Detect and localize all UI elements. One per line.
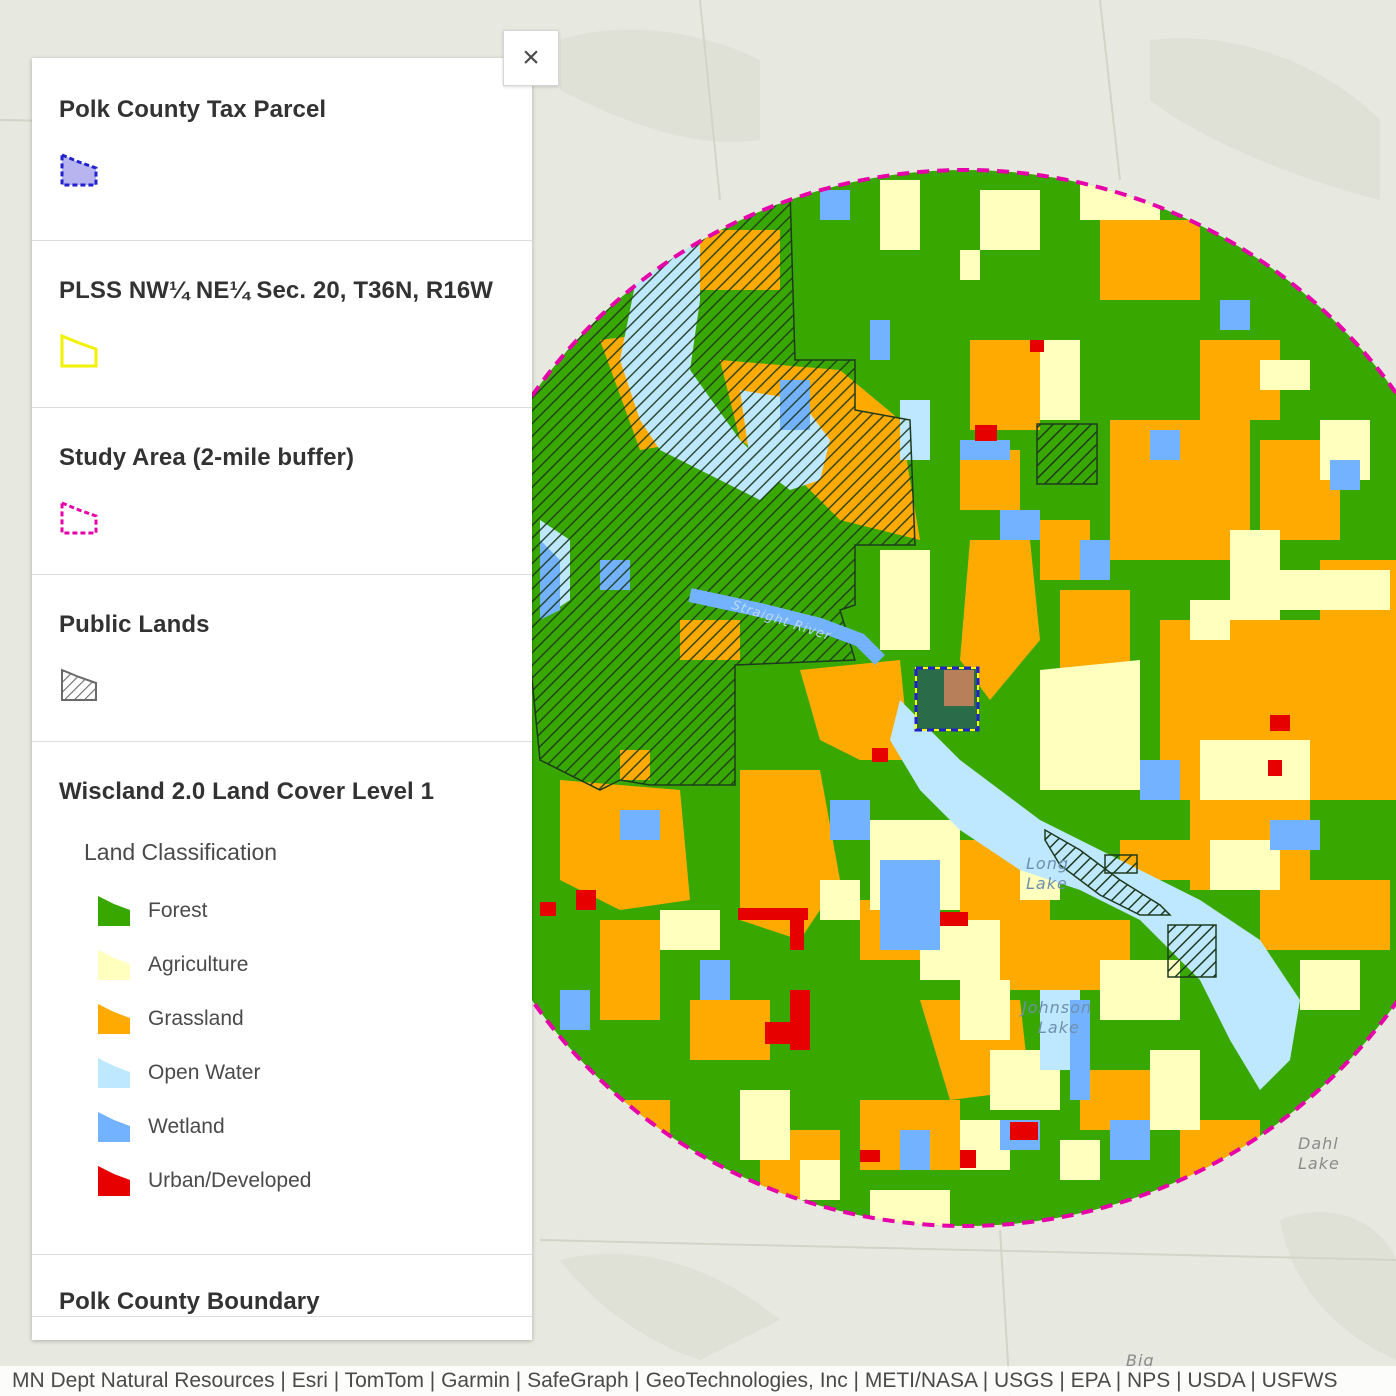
land-class-list: Forest Agriculture Grassland Open Water Wetl… bbox=[96, 884, 532, 1208]
legend-public-lands: Public Lands bbox=[32, 575, 532, 742]
johnson-lake-label: Johnson Lake bbox=[1022, 998, 1093, 1037]
land-class-swatch-icon bbox=[98, 1058, 130, 1088]
yellow-outline-polygon-icon bbox=[60, 333, 98, 368]
dashed-blue-polygon-icon bbox=[60, 152, 98, 187]
land-class-label: Wetland bbox=[148, 1115, 225, 1138]
legend-tax-parcel: Polk County Tax Parcel bbox=[32, 58, 532, 241]
legend-plss: PLSS NW¼ NE¼ Sec. 20, T36N, R16W bbox=[32, 241, 532, 408]
land-class-item: Forest bbox=[96, 884, 532, 938]
map-attribution: MN Dept Natural Resources | Esri | TomTo… bbox=[0, 1366, 1396, 1396]
legend-layer-title: Study Area (2-mile buffer) bbox=[59, 444, 355, 471]
legend-layer-title: Public Lands bbox=[59, 611, 210, 638]
close-icon: × bbox=[522, 41, 540, 74]
land-class-swatch-icon bbox=[98, 1112, 130, 1142]
long-lake-label: Long Lake bbox=[1026, 854, 1069, 893]
legend-layer-title: PLSS NW¼ NE¼ Sec. 20, T36N, R16W bbox=[59, 277, 494, 304]
legend-study-area: Study Area (2-mile buffer) bbox=[32, 408, 532, 575]
legend-layer-title: Polk County Tax Parcel bbox=[59, 96, 327, 123]
legend-land-cover: Wiscland 2.0 Land Cover Level 1 Land Cla… bbox=[32, 742, 532, 1255]
legend-panel[interactable]: Polk County Tax Parcel PLSS NW¼ NE¼ Sec.… bbox=[32, 58, 532, 1340]
land-class-swatch-icon bbox=[98, 1004, 130, 1034]
legend-layer-title: Polk County Boundary bbox=[59, 1288, 320, 1315]
legend-subtitle: Land Classification bbox=[84, 839, 278, 865]
land-class-item: Grassland bbox=[96, 992, 532, 1046]
land-class-swatch-icon bbox=[98, 1166, 130, 1196]
dashed-magenta-polygon-icon bbox=[60, 500, 98, 535]
land-class-item: Open Water bbox=[96, 1046, 532, 1100]
land-class-label: Open Water bbox=[148, 1061, 261, 1084]
land-class-item: Wetland bbox=[96, 1100, 532, 1154]
land-class-label: Grassland bbox=[148, 1007, 244, 1030]
legend-layer-title: Wiscland 2.0 Land Cover Level 1 bbox=[59, 778, 435, 805]
close-legend-button[interactable]: × bbox=[503, 30, 559, 86]
land-class-item: Agriculture bbox=[96, 938, 532, 992]
legend-county-boundary: Polk County Boundary bbox=[32, 1255, 532, 1317]
land-class-label: Urban/Developed bbox=[148, 1169, 312, 1192]
land-class-item: Urban/Developed bbox=[96, 1154, 532, 1208]
land-class-label: Agriculture bbox=[148, 953, 249, 976]
land-class-label: Forest bbox=[148, 899, 208, 922]
dahl-lake-label: Dahl Lake bbox=[1298, 1134, 1340, 1173]
land-class-swatch-icon bbox=[98, 950, 130, 980]
land-class-swatch-icon bbox=[98, 896, 130, 926]
hatched-polygon-icon bbox=[61, 668, 97, 701]
